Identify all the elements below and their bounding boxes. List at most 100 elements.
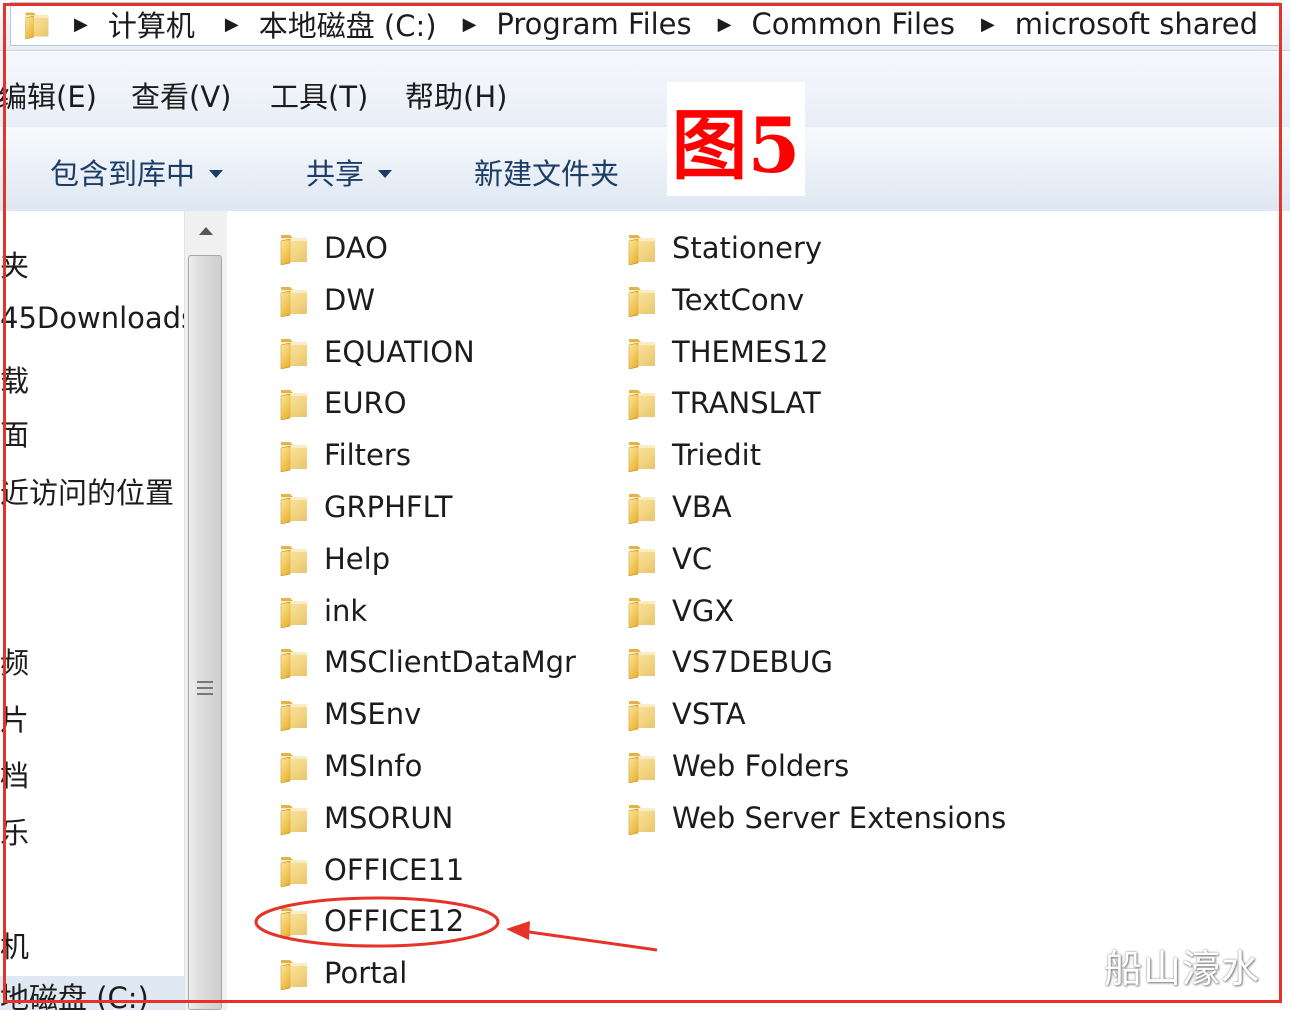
file-list: DAO DW EQUATION EURO Filters GRPHFLT Help ink MS… [227, 211, 1290, 1010]
file-item-textconv[interactable]: TextConv [626, 277, 804, 323]
folder-icon [278, 645, 310, 679]
file-item-msorun[interactable]: MSORUN [278, 795, 453, 841]
nav-item-music[interactable]: 乐 [0, 810, 29, 852]
include-in-library-button[interactable]: 包含到库中 [50, 151, 224, 193]
file-label: VS7DEBUG [672, 645, 833, 680]
nav-item-download[interactable]: 载 [0, 358, 29, 400]
chevron-right-icon[interactable]: ▶ [74, 14, 88, 35]
chevron-right-icon[interactable]: ▶ [718, 14, 732, 35]
breadcrumb-microsoft-shared[interactable]: microsoft shared [1015, 7, 1258, 41]
file-item-vgx[interactable]: VGX [626, 588, 734, 634]
nav-item-computer[interactable]: 机 [0, 924, 29, 966]
file-label: GRPHFLT [324, 490, 453, 524]
file-label: EURO [324, 386, 407, 421]
nav-item-local-disk[interactable]: 地磁盘 (C:) [0, 976, 184, 1010]
file-label: ink [324, 593, 368, 628]
file-item-web-folders[interactable]: Web Folders [626, 743, 849, 789]
folder-icon [278, 386, 310, 420]
file-label: OFFICE12 [324, 904, 465, 939]
file-item-portal[interactable]: Portal [278, 950, 407, 996]
nav-item-pictures[interactable]: 片 [0, 697, 29, 739]
file-item-office12[interactable]: OFFICE12 [278, 898, 464, 944]
file-item-office11[interactable]: OFFICE11 [278, 847, 464, 893]
folder-icon [626, 283, 658, 317]
navigation-pane: 夹 45Downloads 载 面 近访问的位置 频 片 档 乐 机 地磁盘 (… [0, 211, 184, 1010]
file-item-msclientdatamgr[interactable]: MSClientDataMgr [278, 639, 576, 685]
file-item-dw[interactable]: DW [278, 277, 375, 323]
folder-icon [278, 904, 310, 938]
folder-icon [626, 438, 658, 472]
file-item-help[interactable]: Help [278, 536, 390, 582]
file-item-stationery[interactable]: Stationery [626, 225, 822, 271]
file-item-grphflt[interactable]: GRPHFLT [278, 484, 452, 530]
folder-icon [278, 490, 310, 524]
grip-icon [197, 681, 213, 699]
file-label: MSInfo [324, 749, 423, 783]
folder-icon [278, 335, 310, 369]
arrow-up-icon [199, 227, 213, 235]
command-bar: 包含到库中 共享 新建文件夹 [0, 126, 1290, 212]
folder-icon [278, 231, 310, 265]
file-label: DAO [324, 231, 388, 265]
file-item-vc[interactable]: VC [626, 536, 712, 582]
file-item-web-server-extensions[interactable]: Web Server Extensions [626, 795, 1006, 841]
folder-icon [626, 645, 658, 679]
folder-icon [626, 542, 658, 576]
file-item-euro[interactable]: EURO [278, 380, 407, 426]
nav-item-downloads[interactable]: 45Downloads [0, 301, 184, 335]
scroll-up-button[interactable] [185, 211, 227, 251]
nav-item-favorites[interactable]: 夹 [0, 243, 29, 285]
new-folder-label: 新建文件夹 [474, 157, 620, 191]
explorer-window: ▶ 计算机 ▶ 本地磁盘 (C:) ▶ Program Files ▶ Comm… [0, 0, 1290, 1010]
file-item-vba[interactable]: VBA [626, 484, 732, 530]
file-item-dao[interactable]: DAO [278, 225, 388, 271]
breadcrumb-common-files[interactable]: Common Files [751, 7, 954, 41]
file-label: Help [324, 541, 391, 576]
figure-label: 图5 [667, 82, 805, 196]
folder-icon [626, 801, 658, 835]
folder-icon [278, 594, 310, 628]
breadcrumb-program-files[interactable]: Program Files [496, 7, 691, 41]
menu-view[interactable]: 查看(V) [131, 74, 231, 116]
file-label: VBA [672, 490, 732, 524]
file-item-equation[interactable]: EQUATION [278, 329, 475, 375]
breadcrumb: ▶ 计算机 ▶ 本地磁盘 (C:) ▶ Program Files ▶ Comm… [74, 4, 1258, 44]
nav-item-videos[interactable]: 频 [0, 640, 29, 682]
folder-icon [626, 335, 658, 369]
breadcrumb-local-disk[interactable]: 本地磁盘 (C:) [259, 3, 437, 45]
nav-item-desktop[interactable]: 面 [0, 412, 29, 454]
scroll-thumb[interactable] [188, 255, 222, 1010]
file-item-triedit[interactable]: Triedit [626, 432, 761, 478]
file-label: Stationery [672, 231, 823, 265]
include-in-library-label: 包含到库中 [50, 157, 196, 191]
file-item-themes12[interactable]: THEMES12 [626, 329, 829, 375]
folder-icon [626, 231, 658, 265]
folder-icon [278, 697, 310, 731]
file-item-translat[interactable]: TRANSLAT [626, 380, 821, 426]
file-item-vs7debug[interactable]: VS7DEBUG [626, 639, 833, 685]
folder-icon [278, 801, 310, 835]
nav-item-recent-places[interactable]: 近访问的位置 [0, 470, 174, 512]
file-label: THEMES12 [672, 334, 829, 369]
file-item-msinfo[interactable]: MSInfo [278, 743, 422, 789]
file-label: TextConv [672, 282, 805, 317]
folder-icon [20, 9, 54, 39]
file-item-vsta[interactable]: VSTA [626, 691, 746, 737]
chevron-right-icon[interactable]: ▶ [225, 14, 239, 35]
chevron-right-icon[interactable]: ▶ [463, 14, 477, 35]
caret-down-icon [378, 170, 393, 178]
menu-edit[interactable]: 编辑(E) [0, 74, 97, 116]
chevron-right-icon[interactable]: ▶ [981, 14, 995, 35]
file-item-filters[interactable]: Filters [278, 432, 411, 478]
menu-bar: 编辑(E) 查看(V) 工具(T) 帮助(H) [0, 52, 1290, 126]
menu-tools[interactable]: 工具(T) [270, 74, 368, 116]
file-item-msenv[interactable]: MSEnv [278, 691, 421, 737]
nav-item-documents[interactable]: 档 [0, 753, 29, 795]
menu-help[interactable]: 帮助(H) [405, 74, 507, 116]
breadcrumb-computer[interactable]: 计算机 [108, 3, 195, 45]
file-item-ink[interactable]: ink [278, 588, 367, 634]
folder-icon [626, 594, 658, 628]
new-folder-button[interactable]: 新建文件夹 [474, 151, 619, 193]
nav-scrollbar[interactable] [184, 211, 228, 1010]
share-button[interactable]: 共享 [306, 151, 393, 193]
